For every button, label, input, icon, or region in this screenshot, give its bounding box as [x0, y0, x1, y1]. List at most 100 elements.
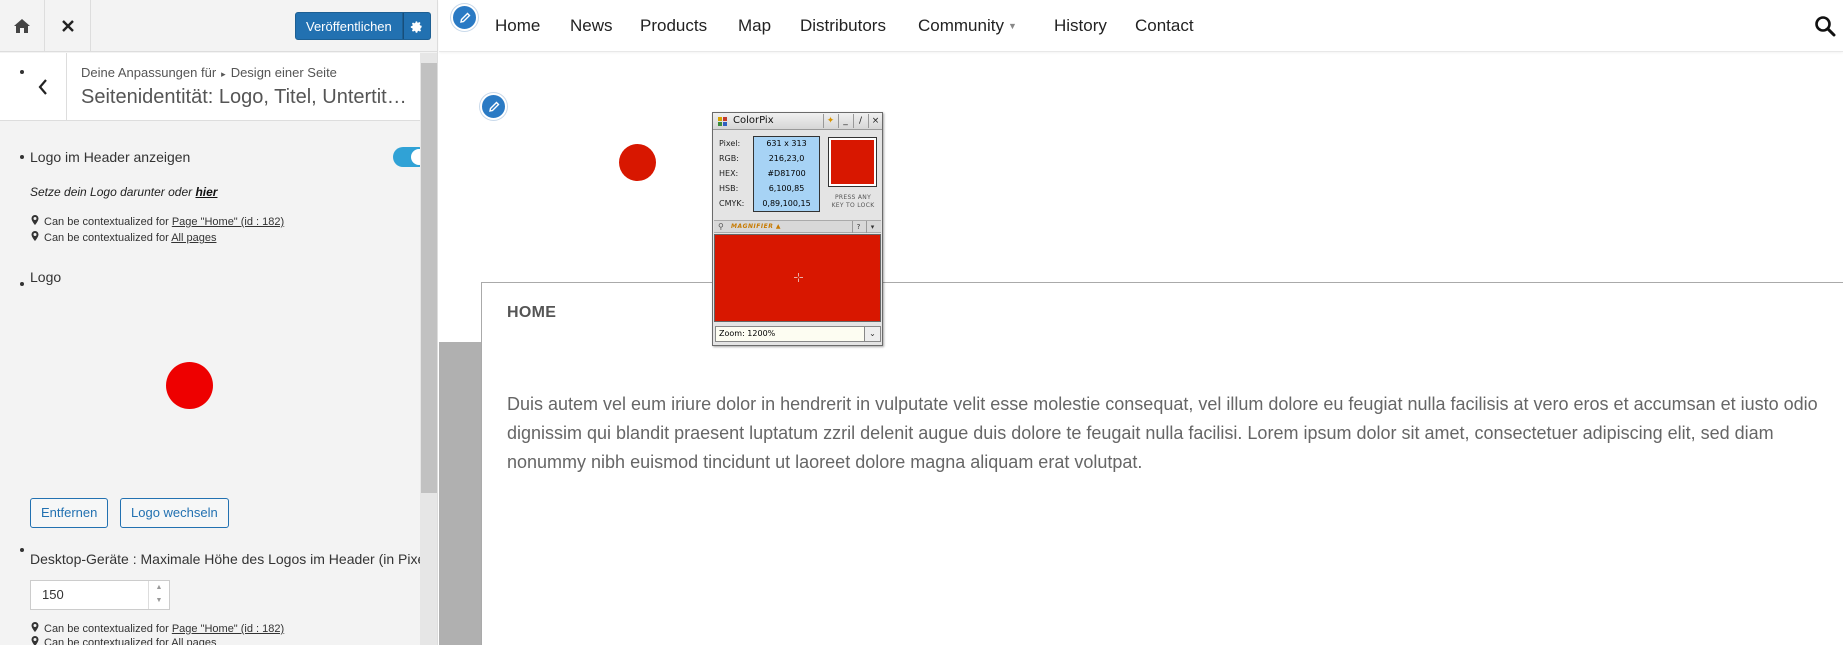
logo-preview-image[interactable]	[166, 362, 213, 409]
nav-item-history[interactable]: History	[1054, 16, 1107, 36]
restore-icon[interactable]: /	[853, 114, 867, 128]
colorpix-window[interactable]: ColorPix ✦ _ / × Pixel: RGB: HEX: HSB: C…	[712, 112, 883, 346]
section-title: Seitenidentität: Logo, Titel, Untertitel…	[81, 86, 411, 108]
close-icon[interactable]: ×	[868, 114, 882, 128]
color-swatch	[828, 137, 877, 187]
ctx-page-link[interactable]: Page "Home" (id : 182)	[172, 216, 284, 228]
change-logo-button[interactable]: Logo wechseln	[120, 498, 229, 528]
list-bullet	[20, 548, 24, 552]
page-heading: HOME	[507, 304, 557, 321]
logo-hint-link[interactable]: hier	[195, 185, 217, 199]
home-icon[interactable]	[0, 0, 45, 52]
rgb-value[interactable]: 216,23,0	[754, 154, 819, 163]
map-pin-icon	[31, 622, 41, 635]
rgb-label: RGB:	[719, 154, 739, 163]
ctx-prefix: Can be contextualized for	[44, 216, 169, 228]
colorpix-info-panel: Pixel: RGB: HEX: HSB: CMYK: 631 x 313 21…	[715, 133, 822, 213]
nav-item-community-label: Community	[918, 16, 1004, 35]
magnifier-icon: ⚲	[718, 222, 724, 231]
remove-logo-button[interactable]: Entfernen	[30, 498, 109, 528]
magnifier-bar: ⚲ MAGNIFIER ▲ ? ▾	[714, 220, 881, 233]
nav-item-map[interactable]: Map	[738, 16, 771, 36]
chevron-down-icon[interactable]: ▾	[866, 221, 878, 233]
stepper-up-icon[interactable]: ▲	[149, 581, 169, 594]
breadcrumb-section: Design einer Seite	[230, 65, 337, 80]
gear-icon	[411, 20, 422, 33]
customizer-panel: Veröffentlichen Deine Anpassungen für ▸ De…	[0, 0, 438, 645]
nav-item-contact[interactable]: Contact	[1135, 16, 1194, 36]
max-logo-height-label: Desktop-Geräte : Maximale Höhe des Logos…	[30, 551, 422, 567]
panel-scrollbar[interactable]	[420, 53, 437, 645]
pin-icon[interactable]: ✦	[823, 114, 837, 128]
magnifier-view	[714, 234, 881, 322]
zoom-select[interactable]: Zoom: 1200%	[715, 326, 865, 342]
map-pin-icon	[31, 215, 41, 228]
hsb-value[interactable]: 6,100,85	[754, 184, 819, 193]
list-bullet	[20, 155, 24, 159]
cmyk-value[interactable]: 0,89,100,15	[754, 199, 819, 208]
ctx-prefix: Can be contextualized for	[44, 623, 169, 635]
back-button[interactable]	[20, 53, 67, 120]
ctx-page-link[interactable]: Page "Home" (id : 182)	[172, 623, 284, 635]
minimize-icon[interactable]: _	[838, 114, 852, 128]
colorpix-values[interactable]: 631 x 313 216,23,0 #D81700 6,100,85 0,89…	[753, 136, 820, 212]
stepper-down-icon[interactable]: ▼	[149, 594, 169, 607]
customizer-header: Veröffentlichen	[0, 0, 437, 52]
edit-menu-pencil-icon[interactable]	[451, 4, 478, 31]
magnifier-toggle[interactable]: MAGNIFIER ▲	[731, 223, 781, 230]
edit-logo-pencil-icon[interactable]	[480, 93, 507, 120]
publish-button-group: Veröffentlichen	[295, 12, 431, 40]
publish-settings-button[interactable]	[402, 12, 431, 40]
search-icon[interactable]	[1814, 15, 1836, 37]
section-header: Deine Anpassungen für ▸ Design einer Seite…	[0, 53, 420, 121]
colorpix-title: ColorPix	[733, 115, 774, 126]
chevron-left-icon	[38, 78, 47, 95]
lock-hint: PRESS ANY KEY TO LOCK	[825, 194, 881, 210]
nav-item-community[interactable]: Community ▼	[918, 16, 1017, 36]
breadcrumb: Deine Anpassungen für ▸ Design einer Seite	[81, 65, 337, 80]
colorpix-titlebar[interactable]: ColorPix ✦ _ / ×	[713, 113, 882, 130]
site-logo[interactable]	[619, 144, 656, 181]
logo-label: Logo	[30, 269, 62, 285]
ctx-prefix: Can be contextualized for	[44, 637, 169, 645]
nav-item-home[interactable]: Home	[495, 16, 540, 36]
hsb-label: HSB:	[719, 184, 739, 193]
map-pin-icon	[31, 231, 41, 244]
hex-label: HEX:	[719, 169, 739, 178]
hex-value[interactable]: #D81700	[754, 169, 819, 178]
map-pin-icon	[31, 636, 41, 645]
page-body-text: Duis autem vel eum iriure dolor in hendr…	[507, 394, 1818, 472]
preview-gutter	[439, 342, 482, 645]
number-stepper[interactable]: ▲ ▼	[148, 581, 169, 609]
logo-hint: Setze dein Logo darunter oder hier	[30, 185, 217, 199]
show-logo-label: Logo im Header anzeigen	[30, 149, 191, 165]
contextualize-all-note: Can be contextualized for All pages	[31, 231, 216, 244]
contextualize-all-note: Can be contextualized for All pages	[31, 636, 216, 645]
ctx-prefix: Can be contextualized for	[44, 232, 169, 244]
lock-hint-line2: KEY TO LOCK	[831, 202, 875, 209]
pixel-label: Pixel:	[719, 139, 741, 148]
ctx-all-link[interactable]: All pages	[171, 637, 216, 645]
site-navigation: Home News Products Map Distributors Comm…	[439, 0, 1843, 52]
breadcrumb-prefix: Deine Anpassungen für	[81, 65, 217, 80]
contextualize-page-note: Can be contextualized for Page "Home" (i…	[31, 622, 284, 635]
nav-item-news[interactable]: News	[570, 16, 613, 36]
help-button[interactable]: ?	[852, 221, 864, 233]
chevron-down-icon[interactable]: ⌄	[865, 326, 881, 342]
logo-hint-text: Setze dein Logo darunter oder	[30, 185, 193, 199]
site-preview: Home News Products Map Distributors Comm…	[439, 0, 1843, 645]
nav-item-distributors[interactable]: Distributors	[800, 16, 886, 36]
scrollbar-thumb[interactable]	[421, 63, 437, 493]
close-icon[interactable]	[46, 0, 91, 52]
list-bullet	[20, 282, 24, 286]
lock-hint-line1: PRESS ANY	[834, 194, 872, 201]
breadcrumb-separator-icon: ▸	[221, 69, 226, 79]
nav-item-products[interactable]: Products	[640, 16, 707, 36]
publish-button[interactable]: Veröffentlichen	[295, 12, 403, 40]
colorpix-app-icon	[718, 117, 727, 126]
contextualize-page-note: Can be contextualized for Page "Home" (i…	[31, 215, 284, 228]
ctx-all-link[interactable]: All pages	[171, 232, 216, 244]
pixel-value[interactable]: 631 x 313	[754, 139, 819, 148]
crosshair-icon	[794, 273, 803, 282]
cmyk-label: CMYK:	[719, 199, 745, 208]
